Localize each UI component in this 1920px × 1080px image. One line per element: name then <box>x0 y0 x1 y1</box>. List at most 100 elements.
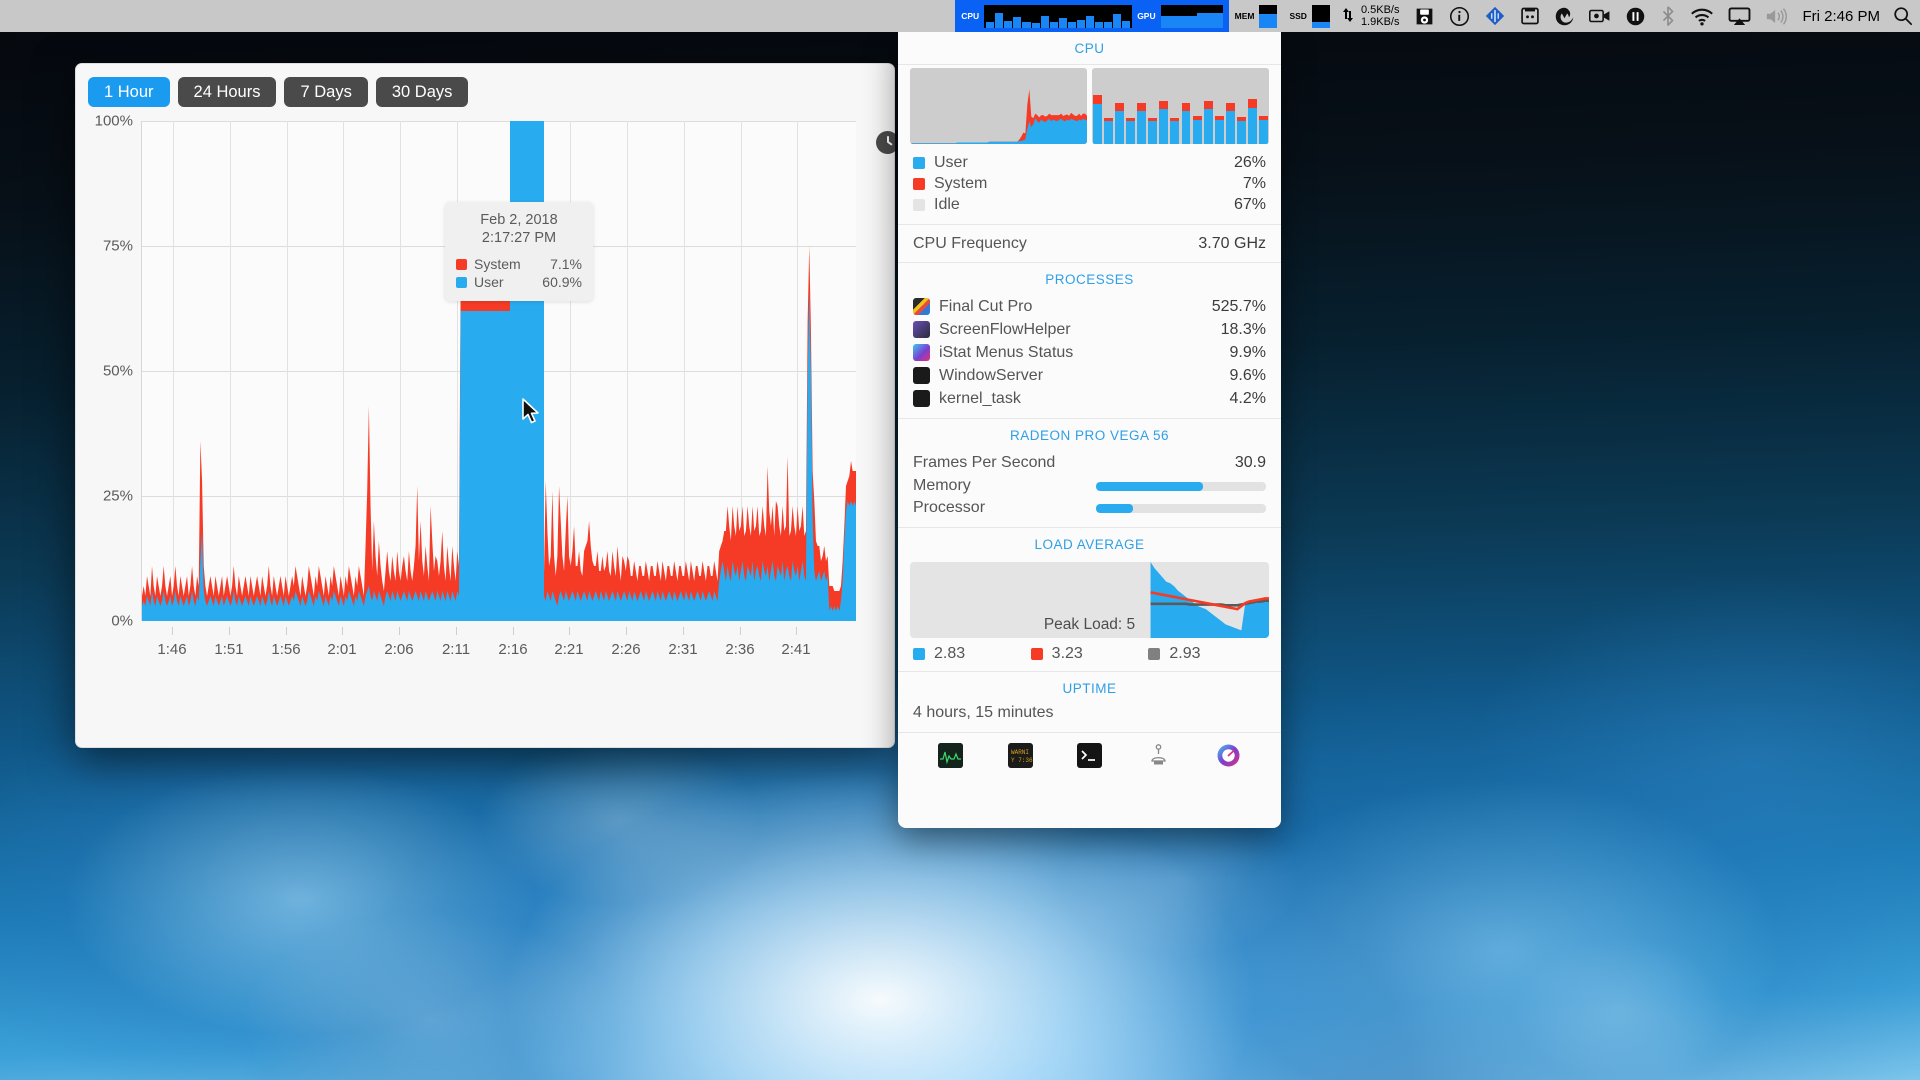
cpu-core-user-segment <box>1248 108 1257 144</box>
malwarebytes-icon <box>1554 6 1575 27</box>
menubar-cpu-bar <box>1086 16 1094 28</box>
tab-1-hour[interactable]: 1 Hour <box>88 77 170 107</box>
cpu-row-idle: Idle 67% <box>913 194 1266 215</box>
istat-menus-prefs-icon[interactable] <box>1216 743 1241 768</box>
menubar-item-volume[interactable] <box>1758 0 1796 32</box>
history-clock-button[interactable] <box>876 131 895 154</box>
cpu-core-bar <box>1215 68 1224 144</box>
process-name: WindowServer <box>939 367 1230 385</box>
y-axis-tick-label: 100% <box>95 113 133 130</box>
cpu-idle-swatch <box>913 199 925 211</box>
menubar-cpu-bar <box>1068 22 1076 28</box>
tooltip-date: Feb 2, 2018 <box>456 211 582 229</box>
warning-log-icon[interactable]: WARNIY 7:36 <box>1008 743 1033 768</box>
tooltip-row-system: System 7.1% <box>456 255 582 273</box>
wifi-icon <box>1690 7 1714 26</box>
menubar-istat-mem-label: MEM <box>1235 12 1255 21</box>
menubar-item-istat-ssd[interactable]: SSD <box>1283 0 1335 32</box>
section-title-processes: PROCESSES <box>898 263 1281 295</box>
gpu-fps-label: Frames Per Second <box>913 454 1235 472</box>
tooltip-user-value: 60.9% <box>542 273 582 291</box>
gpu-fps-row: Frames Per Second 30.9 <box>913 451 1266 475</box>
cpu-core-system-segment <box>1237 117 1246 121</box>
menubar-item-istat-memory[interactable]: MEM <box>1229 0 1284 32</box>
cpu-core-system-segment <box>1159 101 1168 109</box>
cpu-core-system-segment <box>1126 118 1135 121</box>
load-5min-value: 3.23 <box>1052 645 1083 663</box>
menubar-item-istat-network[interactable]: 0.5KB/s 1.9KB/s <box>1336 0 1408 32</box>
menubar-cpu-bar <box>1004 21 1012 28</box>
menubar-item-audio-tool[interactable] <box>1477 0 1513 32</box>
process-row[interactable]: iStat Menus Status9.9% <box>913 341 1266 364</box>
tab-24-hours[interactable]: 24 Hours <box>178 77 277 107</box>
cpu-core-user-segment <box>1159 109 1168 144</box>
menubar-cpu-bar <box>1077 20 1085 28</box>
menubar-clock[interactable]: Fri 2:46 PM <box>1796 0 1886 32</box>
process-row[interactable]: Final Cut Pro525.7% <box>913 295 1266 318</box>
gpu-processor-meter <box>1096 504 1266 513</box>
cpu-area-chart[interactable] <box>141 121 856 621</box>
menubar-item-screen-record[interactable] <box>1582 0 1618 32</box>
menubar-item-airplay[interactable] <box>1721 0 1758 32</box>
audio-diamond-icon <box>1484 5 1506 27</box>
section-title-uptime: UPTIME <box>898 672 1281 704</box>
menubar-item-wifi[interactable] <box>1683 0 1721 32</box>
menubar-item-media-player[interactable] <box>1618 0 1653 32</box>
airplay-icon <box>1728 7 1751 26</box>
final-cut-pro-icon <box>913 298 930 315</box>
x-axis-tick-mark <box>740 627 741 635</box>
cpu-core-bar <box>1104 68 1113 144</box>
cpu-core-user-segment <box>1226 111 1235 144</box>
peak-load-label: Peak Load: 5 <box>910 616 1269 634</box>
bluetooth-icon <box>1660 6 1676 26</box>
process-row[interactable]: kernel_task4.2% <box>913 387 1266 410</box>
process-row[interactable]: ScreenFlowHelper18.3% <box>913 318 1266 341</box>
load-15min-value: 2.93 <box>1169 645 1200 663</box>
cpu-system-value: 7% <box>1243 175 1266 193</box>
menubar-cpu-bar <box>1013 17 1021 27</box>
menubar-item-istat-cpu[interactable]: CPU GPU <box>955 0 1228 32</box>
menubar-cpu-bar <box>1059 18 1067 27</box>
cpu-core-user-segment <box>1126 121 1135 144</box>
cpu-core-user-segment <box>1204 109 1213 144</box>
sensors-icon[interactable] <box>1146 743 1171 768</box>
chart-area-user <box>142 291 856 621</box>
terminal-icon <box>913 367 930 384</box>
terminal-icon <box>913 390 930 407</box>
cpu-frequency-value: 3.70 GHz <box>1198 235 1266 253</box>
menubar-item-app-window[interactable] <box>1513 0 1547 32</box>
terminal-icon[interactable] <box>1077 743 1102 768</box>
backup-disk-icon <box>1414 6 1435 27</box>
cpu-core-user-segment <box>1215 120 1224 144</box>
tab-7-days[interactable]: 7 Days <box>284 77 367 107</box>
x-axis-tick-mark <box>569 627 570 635</box>
menubar-item-backup-disk[interactable] <box>1407 0 1442 32</box>
tab-30-days[interactable]: 30 Days <box>376 77 469 107</box>
process-cpu-value: 18.3% <box>1221 321 1266 339</box>
menubar-item-info[interactable] <box>1442 0 1477 32</box>
cpu-core-system-segment <box>1193 116 1202 120</box>
cpu-history-user-area <box>910 118 1087 144</box>
cpu-core-system-segment <box>1115 103 1124 111</box>
cpu-core-bar <box>1259 68 1268 144</box>
x-axis-labels: 1:461:511:562:012:062:112:162:212:262:31… <box>141 627 856 663</box>
chart-cursor-highlight <box>510 121 544 621</box>
menubar-item-spotlight[interactable] <box>1886 0 1920 32</box>
menubar-item-malwarebytes[interactable] <box>1547 0 1582 32</box>
cpu-row-user: User 26% <box>913 152 1266 173</box>
x-axis-tick-label: 2:06 <box>384 641 413 658</box>
x-axis-tick-label: 2:31 <box>668 641 697 658</box>
cpu-core-system-segment <box>1215 116 1224 120</box>
screenflow-icon <box>913 321 930 338</box>
cpu-core-bar <box>1093 68 1102 144</box>
x-axis-tick-mark <box>399 627 400 635</box>
istat-menus-icon <box>913 344 930 361</box>
divider <box>898 64 1281 65</box>
tooltip-time: 2:17:27 PM <box>456 229 582 247</box>
menubar-item-bluetooth[interactable] <box>1653 0 1683 32</box>
process-row[interactable]: WindowServer9.6% <box>913 364 1266 387</box>
cpu-core-bar <box>1204 68 1213 144</box>
cpu-frequency-label: CPU Frequency <box>913 235 1198 253</box>
activity-monitor-icon[interactable] <box>938 743 963 768</box>
cpu-core-user-segment <box>1170 121 1179 144</box>
